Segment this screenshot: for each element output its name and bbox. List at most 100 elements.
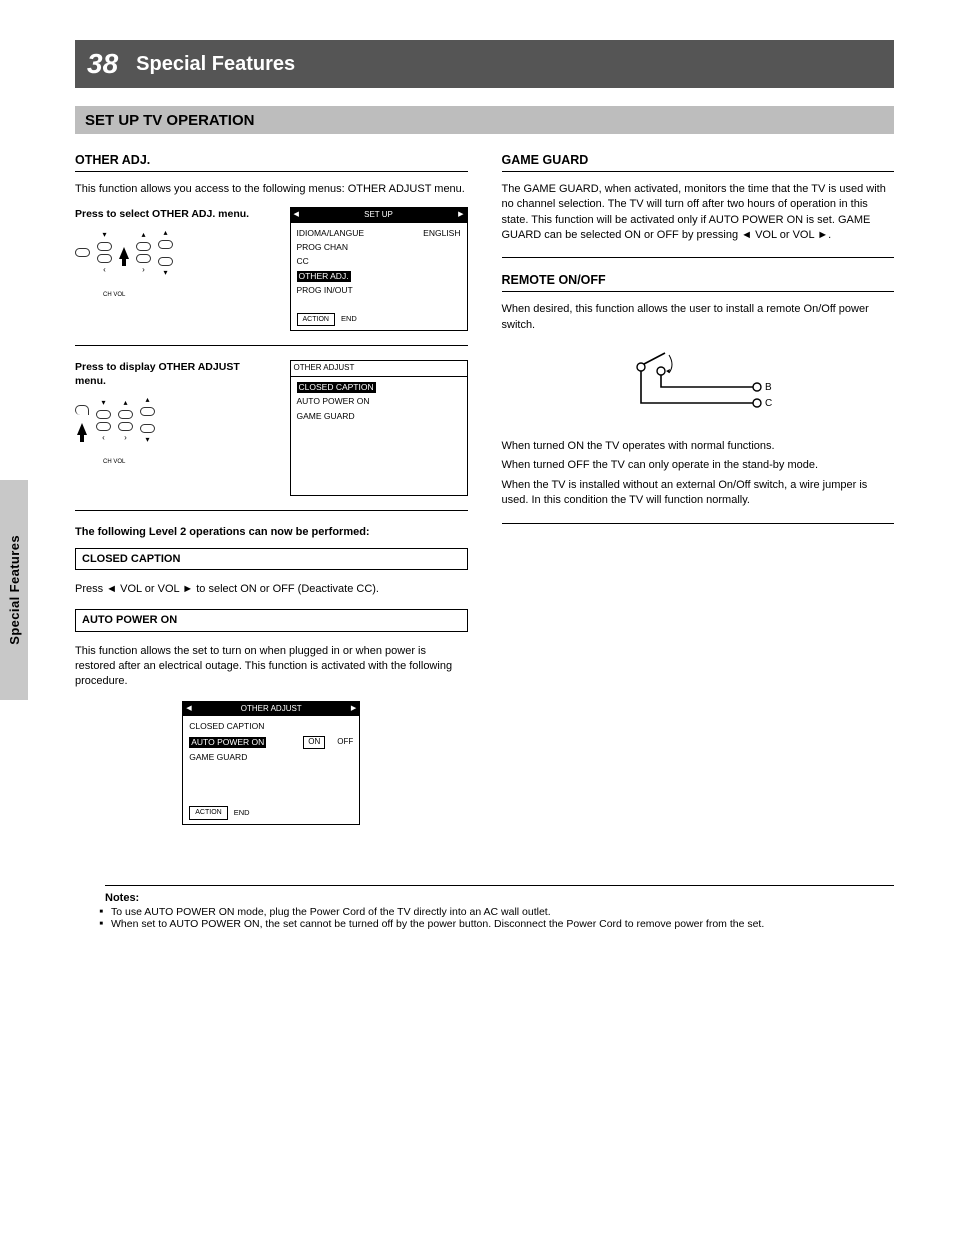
button-pill-icon — [96, 410, 111, 419]
caret-right-icon: › — [124, 434, 127, 442]
osd-foot-label: END — [234, 808, 250, 818]
caret-up-icon: ▴ — [145, 396, 149, 404]
button-pill-icon — [97, 254, 112, 263]
button-pill-icon — [140, 424, 155, 433]
remote-buttons-step5: ▾ ‹ ▴ › ▴ — [75, 396, 268, 444]
osd-other-adjust-panel-2: ◀ OTHER ADJUST ▶ CLOSED CAPTION AUTO POW… — [182, 701, 360, 825]
level-2-caption: The following Level 2 operations can now… — [75, 525, 468, 540]
osd-item-highlight: AUTO POWER ON — [189, 737, 266, 748]
osd-title-text: SET UP — [364, 210, 393, 221]
chapter-header: 38 Special Features — [75, 40, 894, 88]
section-bar-label: SET UP TV OPERATION — [85, 112, 254, 129]
osd-title-bar: ◀ SET UP ▶ — [291, 208, 467, 223]
caret-left-icon: ‹ — [103, 266, 106, 274]
level-2-block: The following Level 2 operations can now… — [75, 525, 468, 825]
other-adj-intro: This function allows you access to the f… — [75, 182, 468, 197]
auto-power-on-text: This function allows the set to turn on … — [75, 644, 468, 689]
button-pill-icon — [97, 242, 112, 251]
side-tab-label: Special Features — [7, 535, 22, 645]
note-item: To use AUTO POWER ON mode, plug the Powe… — [75, 906, 894, 918]
remote-note-1: When turned OFF the TV can only operate … — [502, 458, 895, 473]
osd-item: CLOSED CAPTION — [189, 721, 264, 732]
osd-on-option: ON — [303, 736, 325, 749]
button-pill-icon — [96, 422, 111, 431]
button-pill-icon — [140, 407, 155, 416]
osd-title-bar: OTHER ADJUST — [291, 361, 467, 377]
button-pill-icon — [158, 240, 173, 249]
remote-note-2: When the TV is installed without an exte… — [502, 478, 895, 509]
osd-item-highlight: OTHER ADJ. — [297, 271, 351, 282]
section-bar: SET UP TV OPERATION — [75, 106, 894, 134]
closed-caption-text: Press ◄ VOL or VOL ► to select ON or OFF… — [75, 582, 468, 597]
osd-item: AUTO POWER ON — [297, 396, 370, 407]
osd-item: IDIOMA/LANGUE — [297, 228, 365, 239]
osd-arrow-right-icon: ▶ — [458, 210, 463, 219]
osd-item: PROG CHAN — [297, 242, 348, 253]
caret-down-icon: ▾ — [145, 436, 149, 444]
osd-arrow-left-icon: ◀ — [186, 704, 191, 713]
caret-down-icon: ▾ — [102, 231, 106, 239]
caret-up-icon: ▴ — [123, 399, 127, 407]
game-guard-heading: GAME GUARD — [502, 152, 895, 172]
caret-up-icon: ▴ — [141, 231, 145, 239]
osd-arrow-left-icon: ◀ — [294, 210, 299, 219]
game-guard-text: The GAME GUARD, when activated, monitors… — [502, 182, 895, 244]
button-pill-icon — [136, 254, 151, 263]
button-pill-icon — [158, 257, 173, 266]
loop-icon — [75, 405, 89, 415]
button-pill-icon — [118, 410, 133, 419]
osd-title-text: OTHER ADJUST — [294, 363, 355, 374]
other-adj-heading: OTHER ADJ. — [75, 152, 468, 172]
remote-note-0: When turned ON the TV operates with norm… — [502, 439, 895, 454]
remote-onoff-section: REMOTE ON/OFF When desired, this functio… — [502, 272, 895, 523]
notes-list: To use AUTO POWER ON mode, plug the Powe… — [75, 906, 894, 930]
osd-item: GAME GUARD — [297, 411, 355, 422]
arrow-up-icon — [119, 247, 129, 259]
notes-block: Notes: To use AUTO POWER ON mode, plug t… — [75, 885, 894, 930]
osd-action-button: ACTION — [297, 313, 335, 326]
button-pill-icon — [75, 248, 90, 257]
buttons-caption-ch: CH VOL — [103, 291, 125, 299]
step-5-label: Press to display OTHER ADJUST menu. — [75, 360, 268, 388]
closed-caption-heading: CLOSED CAPTION — [75, 548, 468, 571]
remote-onoff-intro: When desired, this function allows the u… — [502, 302, 895, 333]
step-4-instructions: Press to select OTHER ADJ. menu. ▾ ‹ ▴ — [75, 207, 268, 299]
remote-buttons-step4: ▾ ‹ ▴ › ▴ — [75, 229, 268, 277]
left-column: OTHER ADJ. This function allows you acce… — [75, 148, 468, 839]
osd-item: PROG IN/OUT — [297, 285, 353, 296]
osd-item: CC — [297, 256, 309, 267]
pin-c-label: C — [765, 398, 772, 409]
osd-title-bar: ◀ OTHER ADJUST ▶ — [183, 702, 359, 717]
caret-right-icon: › — [142, 266, 145, 274]
game-guard-section: GAME GUARD The GAME GUARD, when activate… — [502, 152, 895, 258]
buttons-caption-ch: CH VOL — [103, 458, 125, 466]
caret-down-icon: ▾ — [163, 269, 167, 277]
button-pill-icon — [136, 242, 151, 251]
page-title: Special Features — [136, 53, 295, 76]
notes-title: Notes: — [105, 892, 894, 904]
caret-left-icon: ‹ — [102, 434, 105, 442]
step-4-row: Press to select OTHER ADJ. menu. ▾ ‹ ▴ — [75, 207, 468, 346]
note-item: When set to AUTO POWER ON, the set canno… — [75, 918, 894, 930]
remote-onoff-heading: REMOTE ON/OFF — [502, 272, 895, 292]
osd-item-highlight: CLOSED CAPTION — [297, 382, 376, 393]
right-column: GAME GUARD The GAME GUARD, when activate… — [502, 148, 895, 839]
osd-item: GAME GUARD — [189, 752, 247, 763]
osd-item-val: ENGLISH — [423, 228, 460, 239]
osd-title-text: OTHER ADJUST — [241, 704, 302, 715]
osd-action-button: ACTION — [189, 806, 227, 819]
caret-up-icon: ▴ — [163, 229, 167, 237]
auto-power-on-heading: AUTO POWER ON — [75, 609, 468, 632]
step-5-instructions: Press to display OTHER ADJUST menu. ▾ ‹ — [75, 360, 268, 466]
page-number: 38 — [87, 48, 118, 80]
osd-other-adjust-panel: OTHER ADJUST CLOSED CAPTION AUTO POWER O… — [290, 360, 468, 496]
osd-foot-label: END — [341, 314, 357, 324]
side-tab: Special Features — [0, 480, 28, 700]
step-5-row: Press to display OTHER ADJUST menu. ▾ ‹ — [75, 360, 468, 511]
arrow-up-icon — [77, 423, 87, 435]
osd-arrow-right-icon: ▶ — [351, 704, 356, 713]
osd-off-option: OFF — [337, 737, 353, 748]
relay-diagram: B C — [502, 347, 895, 419]
button-pill-icon — [118, 422, 133, 431]
pin-b-label: B — [765, 382, 772, 393]
